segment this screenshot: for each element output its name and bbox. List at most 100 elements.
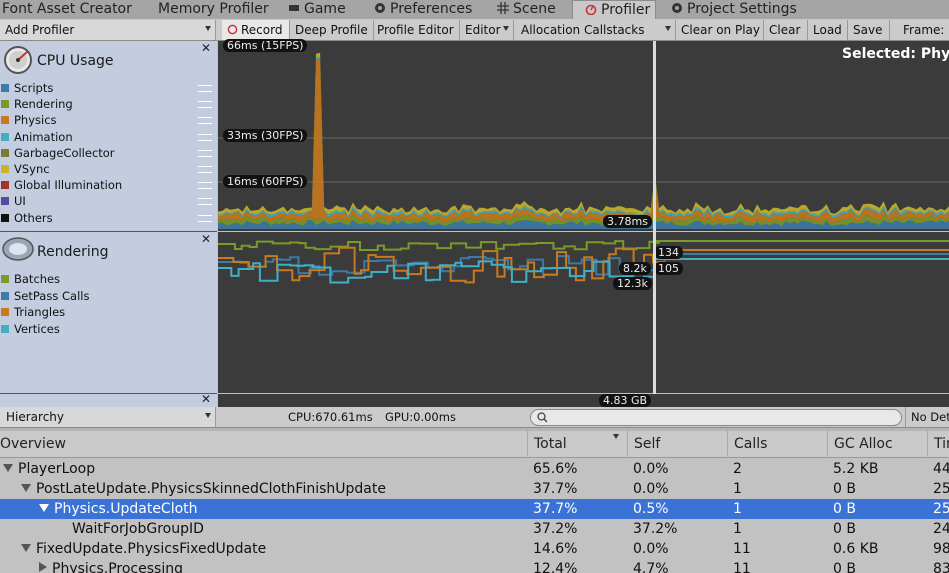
legend-swatch	[1, 165, 9, 173]
row-name-label: Physics.UpdateCloth	[54, 501, 198, 517]
cpu-area-series	[218, 59, 949, 224]
expand-arrow-down-icon[interactable]	[39, 504, 49, 512]
cpu-gauge-icon	[4, 46, 32, 74]
row-gc-cell: 0 B	[833, 561, 856, 573]
row-time-cell: 25	[933, 481, 949, 497]
drag-handle-icon[interactable]	[198, 117, 212, 125]
expand-arrow-down-icon[interactable]	[21, 544, 31, 552]
table-row[interactable]: PostLateUpdate.PhysicsSkinnedClothFinish…	[0, 479, 949, 499]
column-header-total[interactable]: Total	[527, 431, 627, 458]
search-input[interactable]	[551, 411, 891, 424]
expand-arrow-right-icon[interactable]	[39, 562, 47, 572]
close-icon[interactable]: ✕	[201, 392, 211, 406]
tab-memory-profiler[interactable]: Memory Profiler	[158, 0, 269, 19]
tab-profiler[interactable]: Profiler	[572, 0, 656, 19]
cpu-legend-item[interactable]: UI	[1, 195, 26, 208]
search-icon	[537, 412, 548, 423]
selected-sample-label: Selected: Phys	[842, 46, 949, 62]
details-dropdown[interactable]: No Det	[905, 407, 949, 427]
rendering-panel[interactable]: Rendering ✕ Batches SetPass Calls Triangle…	[0, 232, 217, 394]
drag-handle-icon[interactable]	[198, 101, 212, 109]
row-self-cell: 0.0%	[633, 541, 669, 557]
row-calls-cell: 2	[733, 461, 742, 477]
legend-swatch	[1, 84, 9, 92]
row-self-cell: 0.5%	[633, 501, 669, 517]
close-icon[interactable]: ✕	[201, 232, 211, 246]
column-header-label: Overview	[0, 436, 66, 452]
rendering-legend-item[interactable]: Batches	[1, 273, 60, 286]
load-button[interactable]: Load	[808, 20, 848, 40]
row-self-cell: 0.0%	[633, 481, 669, 497]
search-field[interactable]	[530, 409, 902, 426]
cpu-legend-item[interactable]: Rendering	[1, 98, 73, 111]
clear-on-play-button[interactable]: Clear on Play	[676, 20, 764, 40]
deep-profile-button[interactable]: Deep Profile	[290, 20, 374, 40]
editor-dropdown[interactable]: Editor	[460, 20, 514, 40]
cpu-legend-item[interactable]: Global Illumination	[1, 179, 122, 192]
drag-handle-icon[interactable]	[198, 133, 212, 141]
expand-arrow-down-icon[interactable]	[21, 484, 31, 492]
hierarchy-toolbar: Hierarchy CPU:670.61ms GPU:0.00ms No Det	[0, 407, 949, 428]
drag-handle-icon[interactable]	[198, 166, 212, 173]
row-calls-cell: 11	[733, 541, 751, 557]
cpu-legend-item[interactable]: Others	[1, 210, 53, 225]
rendering-legend-item[interactable]: SetPass Calls	[1, 289, 89, 303]
cpu-legend-item[interactable]: VSync	[1, 163, 50, 176]
rendering-chart[interactable]: 134 105 8.2k 12.3k	[218, 232, 949, 393]
drag-handle-icon[interactable]	[198, 182, 212, 190]
memory-chart-stub[interactable]	[218, 394, 949, 407]
column-header-calls[interactable]: Calls	[727, 431, 827, 458]
vertices-value-label: 12.3k	[613, 277, 652, 290]
drag-handle-icon[interactable]	[198, 85, 212, 92]
rendering-sphere-icon	[2, 237, 34, 261]
table-row[interactable]: WaitForJobGroupID 37.2% 37.2% 1 0 B 24	[0, 519, 949, 539]
row-name-label: Physics.Processing	[52, 561, 183, 573]
drag-handle-icon[interactable]	[198, 149, 212, 157]
column-header-gc-alloc[interactable]: GC Alloc	[827, 431, 927, 458]
cpu-usage-chart[interactable]: 66ms (15FPS) 33ms (30FPS) 16ms (60FPS) 3…	[218, 39, 949, 231]
column-header-overview[interactable]: Overview	[0, 431, 66, 458]
drag-handle-icon[interactable]	[198, 214, 212, 222]
tab-font-asset-creator[interactable]: Font Asset Creator	[2, 0, 132, 19]
row-calls-cell: 1	[733, 501, 742, 517]
view-mode-dropdown[interactable]: Hierarchy	[0, 407, 216, 427]
add-profiler-dropdown[interactable]: Add Profiler	[0, 20, 216, 40]
tab-project-settings[interactable]: Project Settings	[671, 0, 797, 19]
expand-arrow-down-icon[interactable]	[3, 464, 13, 472]
save-button[interactable]: Save	[848, 20, 890, 40]
rendering-legend-item[interactable]: Vertices	[1, 322, 60, 336]
tab-scene[interactable]: Scene	[497, 0, 556, 19]
table-row[interactable]: Physics.Processing 12.4% 4.7% 11 0 B 83	[0, 559, 949, 573]
row-name-cell: PlayerLoop	[3, 459, 95, 479]
tab-preferences[interactable]: Preferences	[374, 0, 472, 19]
table-row[interactable]: PlayerLoop 65.6% 0.0% 2 5.2 KB 44	[0, 459, 949, 479]
column-header-time[interactable]: Tim	[927, 431, 949, 458]
cpu-legend-item[interactable]: Physics	[1, 114, 57, 127]
close-icon[interactable]: ✕	[201, 41, 211, 55]
column-header-self[interactable]: Self	[627, 431, 727, 458]
cpu-legend-item[interactable]: Animation	[1, 130, 73, 144]
legend-label: Scripts	[14, 81, 54, 95]
clear-button[interactable]: Clear	[764, 20, 808, 40]
rendering-legend-item[interactable]: Triangles	[1, 306, 65, 319]
save-label: Save	[853, 23, 883, 37]
cpu-usage-panel[interactable]: CPU Usage ✕ Scripts Rendering Physics Anima…	[0, 41, 217, 232]
record-button[interactable]: Record	[222, 20, 290, 40]
clear-label: Clear	[769, 23, 801, 37]
legend-swatch	[1, 132, 9, 141]
cpu-legend-item[interactable]: GarbageCollector	[1, 146, 115, 160]
table-row[interactable]: FixedUpdate.PhysicsFixedUpdate 14.6% 0.0% 1…	[0, 539, 949, 559]
tab-game[interactable]: Game	[288, 0, 346, 19]
table-row[interactable]: Physics.UpdateCloth 37.7% 0.5% 1 0 B 25	[0, 499, 949, 519]
allocation-callstacks-dropdown[interactable]: Allocation Callstacks	[516, 20, 676, 40]
frame-cursor-line[interactable]	[653, 41, 656, 394]
drag-handle-icon[interactable]	[198, 198, 212, 206]
profile-editor-button[interactable]: Profile Editor	[374, 20, 460, 40]
row-gc-cell: 0 B	[833, 521, 856, 537]
legend-label: Others	[14, 210, 53, 225]
memory-panel-stub[interactable]: ✕	[0, 392, 217, 407]
row-self-cell: 4.7%	[633, 561, 669, 573]
cpu-legend-item[interactable]: Scripts	[1, 82, 53, 95]
record-label: Record	[241, 23, 283, 37]
legend-swatch	[1, 181, 9, 190]
